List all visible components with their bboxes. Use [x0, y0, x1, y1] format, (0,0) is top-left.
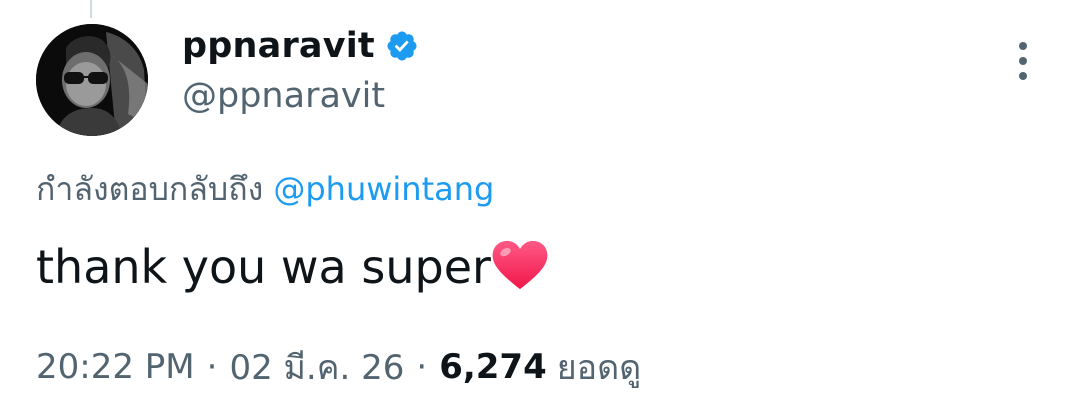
tweet-time[interactable]: 20:22 PM: [36, 347, 195, 387]
avatar[interactable]: [36, 24, 148, 136]
tweet-card: ppnaravit @ppnaravit กำลังตอบกลับถึง @ph…: [0, 0, 1080, 414]
verified-badge-icon: [387, 31, 417, 61]
reply-mention-link[interactable]: @phuwintang: [273, 170, 494, 208]
tweet-text: thank you wa super: [36, 240, 549, 294]
tweet-metadata: 20:22 PM · 02 มี.ค. 26 · 6,274 ยอดดู: [36, 340, 641, 394]
meta-separator: ·: [206, 347, 218, 387]
thread-connector-line: [90, 0, 92, 18]
views-label: ยอดดู: [556, 348, 642, 388]
author-handle[interactable]: @ppnaravit: [182, 76, 385, 116]
author-display-name[interactable]: ppnaravit: [182, 26, 375, 66]
red-heart-emoji-icon: [492, 240, 548, 290]
more-dot-icon: [1019, 42, 1027, 50]
tweet-date[interactable]: 02 มี.ค. 26: [229, 340, 404, 394]
more-dot-icon: [1019, 72, 1027, 80]
author-name-row[interactable]: ppnaravit: [182, 26, 419, 66]
more-options-button[interactable]: [1006, 40, 1040, 82]
more-dot-icon: [1019, 57, 1027, 65]
meta-separator: ·: [416, 347, 428, 387]
tweet-text-body: thank you wa super: [36, 240, 491, 294]
views-count: 6,274: [439, 347, 547, 387]
avatar-photo-icon: [36, 24, 148, 136]
replying-to: กำลังตอบกลับถึง @phuwintang: [36, 164, 494, 215]
replying-to-label: กำลังตอบกลับถึง: [36, 170, 264, 208]
